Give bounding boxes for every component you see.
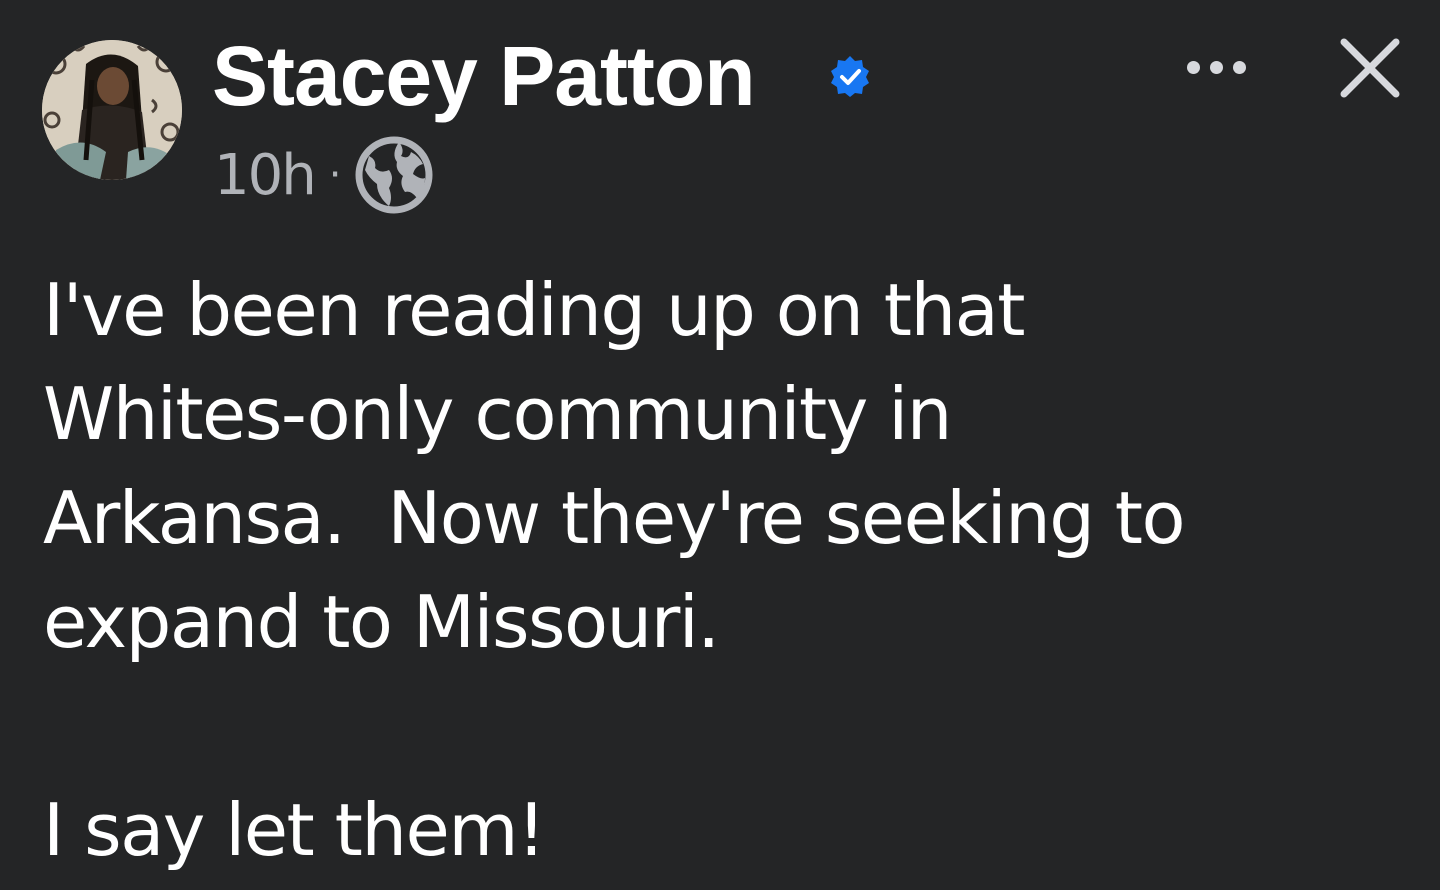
avatar[interactable] (42, 40, 182, 180)
author-name[interactable]: Stacey Patton (212, 26, 756, 126)
more-options-icon-dot (1186, 60, 1200, 74)
post-paragraph: I've been reading up on that Whites-only… (43, 268, 1186, 664)
globe-icon[interactable] (353, 134, 435, 216)
more-options-icon-dot (1232, 60, 1246, 74)
post-text: I've been reading up on that Whites-only… (43, 258, 1403, 882)
post-meta: 10h · (214, 136, 435, 214)
close-icon[interactable] (1338, 36, 1402, 100)
more-options-icon-dot (1209, 60, 1223, 74)
verified-badge-icon (831, 56, 869, 97)
more-options-button[interactable] (1176, 44, 1256, 90)
meta-separator: · (328, 152, 342, 198)
post-timestamp[interactable]: 10h (214, 143, 317, 208)
profile-photo-icon (42, 40, 182, 180)
post-paragraph: I say let them! (43, 788, 546, 872)
facebook-post: Stacey Patton 10h · I've been reading up… (0, 0, 1440, 890)
